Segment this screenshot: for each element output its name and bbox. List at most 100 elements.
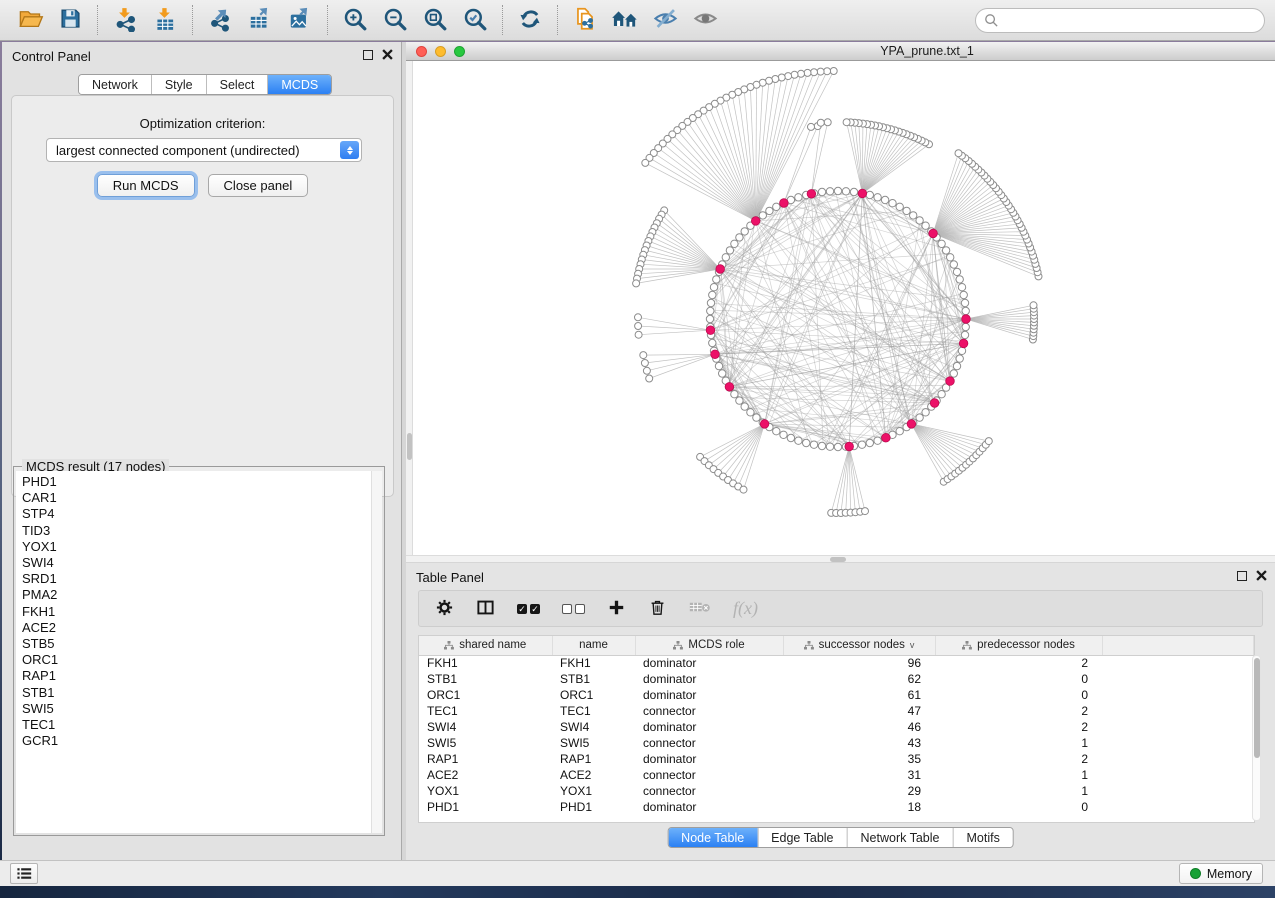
table-cell: TEC1 — [552, 703, 635, 719]
column-header-name[interactable]: name — [552, 636, 635, 655]
table-cell: 1 — [935, 767, 1102, 783]
table-cell: dominator — [635, 719, 783, 735]
table-row[interactable]: SWI5SWI5connector431 — [419, 735, 1254, 751]
memory-button[interactable]: Memory — [1179, 863, 1263, 884]
tab-motifs[interactable]: Motifs — [952, 828, 1012, 847]
mcds-result-item[interactable]: TEC1 — [22, 717, 371, 733]
zoom-in-button[interactable] — [335, 3, 375, 37]
mcds-result-item[interactable]: STB5 — [22, 636, 371, 652]
column-header-MCDS-role[interactable]: MCDS role — [635, 636, 783, 655]
mcds-result-item[interactable]: SWI5 — [22, 701, 371, 717]
close-panel-button[interactable]: Close panel — [208, 174, 309, 197]
network-horizontal-scrollbar[interactable] — [406, 555, 1275, 562]
table-row[interactable]: ORC1ORC1dominator610 — [419, 687, 1254, 703]
first-neighbors-button[interactable] — [605, 3, 645, 37]
select-all-button[interactable]: ✓✓ — [517, 604, 540, 614]
zoom-fit-button[interactable] — [415, 3, 455, 37]
export-image-icon — [287, 6, 313, 35]
run-mcds-button[interactable]: Run MCDS — [97, 174, 195, 197]
clone-network-button[interactable] — [565, 3, 605, 37]
zoom-out-button[interactable] — [375, 3, 415, 37]
mcds-result-item[interactable]: GCR1 — [22, 733, 371, 749]
mcds-result-item[interactable]: CAR1 — [22, 490, 371, 506]
tab-edge-table[interactable]: Edge Table — [757, 828, 846, 847]
maximize-window-icon[interactable] — [454, 46, 465, 57]
table-row[interactable]: TEC1TEC1connector472 — [419, 703, 1254, 719]
deselect-all-button[interactable] — [562, 604, 585, 614]
export-image-button[interactable] — [280, 3, 320, 37]
table-cell: 2 — [935, 751, 1102, 767]
mcds-result-item[interactable]: YOX1 — [22, 539, 371, 555]
show-column-panel-button[interactable] — [476, 598, 495, 620]
table-cell: ORC1 — [552, 687, 635, 703]
import-table-button[interactable] — [145, 3, 185, 37]
memory-button-label: Memory — [1207, 867, 1252, 881]
show-all-button[interactable] — [685, 3, 725, 37]
tab-node-table[interactable]: Node Table — [668, 828, 757, 847]
mcds-result-item[interactable]: FKH1 — [22, 604, 371, 620]
mcds-result-item[interactable]: STB1 — [22, 685, 371, 701]
table-settings-button[interactable] — [435, 598, 454, 620]
open-file-button[interactable] — [10, 3, 50, 37]
table-cell: 2 — [935, 655, 1102, 671]
minimize-window-icon[interactable] — [435, 46, 446, 57]
network-window-titlebar[interactable]: YPA_prune.txt_1 — [406, 42, 1275, 61]
mcds-result-item[interactable]: STP4 — [22, 506, 371, 522]
mcds-result-item[interactable]: PMA2 — [22, 587, 371, 603]
import-network-button[interactable] — [105, 3, 145, 37]
table-row[interactable]: SWI4SWI4dominator462 — [419, 719, 1254, 735]
mcds-result-item[interactable]: TID3 — [22, 523, 371, 539]
mcds-result-item[interactable]: RAP1 — [22, 668, 371, 684]
mcds-list-scrollbar[interactable] — [371, 471, 382, 833]
column-header-successor-nodes[interactable]: successor nodesv — [783, 636, 935, 655]
tab-mcds[interactable]: MCDS — [267, 75, 331, 94]
task-history-button[interactable] — [10, 863, 38, 884]
network-graph[interactable] — [406, 61, 1275, 555]
search-input[interactable] — [975, 8, 1265, 33]
refresh-button[interactable] — [510, 3, 550, 37]
close-panel-icon[interactable] — [1256, 570, 1267, 581]
table-cell: FKH1 — [552, 655, 635, 671]
export-table-button[interactable] — [240, 3, 280, 37]
close-window-icon[interactable] — [416, 46, 427, 57]
horizontal-scroll-thumb[interactable] — [830, 557, 846, 562]
table-scroll-thumb[interactable] — [1254, 658, 1260, 758]
column-header-shared-name[interactable]: shared name — [419, 636, 552, 655]
mcds-result-item[interactable]: PHD1 — [22, 474, 371, 490]
export-network-button[interactable] — [200, 3, 240, 37]
table-row[interactable]: PHD1PHD1dominator180 — [419, 799, 1254, 815]
optimization-criterion-select[interactable]: largest connected component (undirected) — [46, 138, 362, 162]
table-cell: ACE2 — [552, 767, 635, 783]
mcds-result-item[interactable]: SRD1 — [22, 571, 371, 587]
tab-style[interactable]: Style — [151, 75, 206, 94]
table-row[interactable]: STB1STB1dominator620 — [419, 671, 1254, 687]
table-row[interactable]: RAP1RAP1dominator352 — [419, 751, 1254, 767]
hide-selected-button[interactable] — [645, 3, 685, 37]
table-cell: SWI4 — [552, 719, 635, 735]
mcds-result-list[interactable]: PHD1CAR1STP4TID3YOX1SWI4SRD1PMA2FKH1ACE2… — [16, 471, 371, 833]
add-column-button[interactable] — [607, 598, 626, 620]
tab-select[interactable]: Select — [206, 75, 268, 94]
table-row[interactable]: YOX1YOX1connector291 — [419, 783, 1254, 799]
vertical-scroll-thumb[interactable] — [407, 433, 412, 460]
close-panel-icon[interactable] — [382, 49, 393, 60]
column-header-predecessor-nodes[interactable]: predecessor nodes — [935, 636, 1102, 655]
save-session-button[interactable] — [50, 3, 90, 37]
table-vertical-scrollbar[interactable] — [1252, 655, 1261, 821]
network-canvas[interactable] — [406, 61, 1275, 555]
delete-column-button[interactable] — [648, 598, 667, 620]
mcds-result-item[interactable]: ACE2 — [22, 620, 371, 636]
tab-network[interactable]: Network — [79, 75, 151, 94]
mcds-result-item[interactable]: ORC1 — [22, 652, 371, 668]
table-row[interactable]: ACE2ACE2connector311 — [419, 767, 1254, 783]
table-cell: STB1 — [552, 671, 635, 687]
zoom-selected-button[interactable] — [455, 3, 495, 37]
mcds-result-item[interactable]: SWI4 — [22, 555, 371, 571]
float-panel-icon[interactable] — [363, 50, 373, 60]
tab-network-table[interactable]: Network Table — [847, 828, 953, 847]
main-area: Control Panel Network Style Select MCDS … — [2, 42, 1275, 860]
table-cell: 96 — [783, 655, 935, 671]
float-panel-icon[interactable] — [1237, 571, 1247, 581]
table-row[interactable]: FKH1FKH1dominator962 — [419, 655, 1254, 671]
network-vertical-scrollbar[interactable] — [406, 61, 413, 555]
